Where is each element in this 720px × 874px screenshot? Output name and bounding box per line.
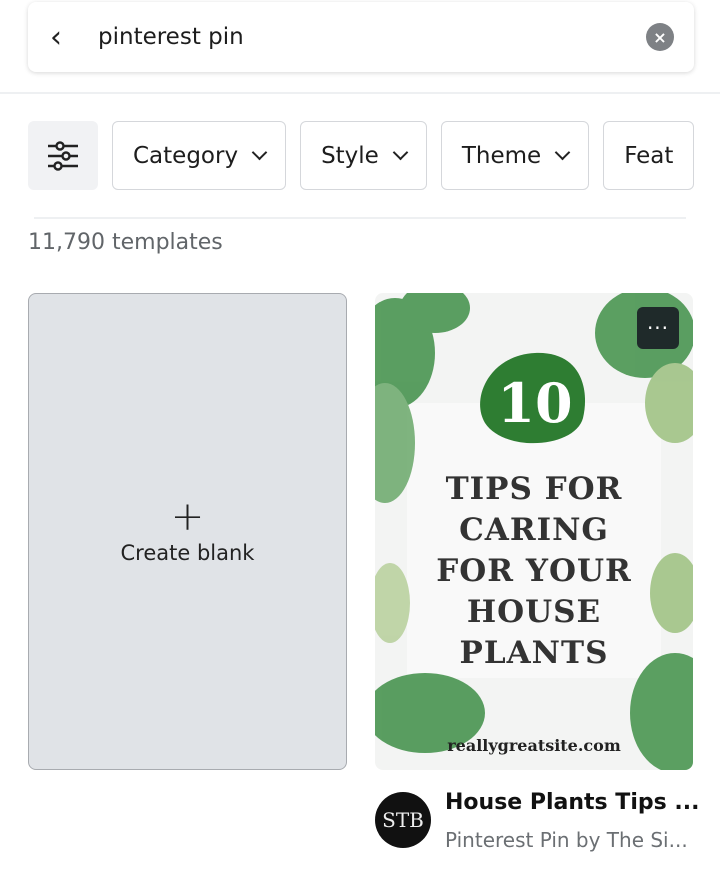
avatar[interactable]: STB bbox=[375, 792, 431, 848]
style-dropdown[interactable]: Style bbox=[300, 121, 427, 190]
chip-label: Feat bbox=[624, 142, 674, 169]
search-bar[interactable]: ‹ pinterest pin × bbox=[28, 2, 694, 72]
divider bbox=[0, 92, 720, 94]
template-title[interactable]: House Plants Tips ... bbox=[445, 790, 699, 815]
template-headline: TIPS FOR CARING FOR YOUR HOUSE PLANTS bbox=[375, 469, 693, 674]
sliders-icon bbox=[48, 140, 78, 171]
chip-label: Style bbox=[321, 142, 379, 169]
category-dropdown[interactable]: Category bbox=[112, 121, 287, 190]
features-dropdown[interactable]: Feat bbox=[603, 121, 695, 190]
chevron-down-icon bbox=[251, 144, 268, 161]
chip-label: Theme bbox=[461, 142, 542, 169]
headline-line: TIPS FOR bbox=[445, 471, 623, 507]
divider bbox=[34, 217, 686, 219]
chevron-down-icon bbox=[392, 144, 409, 161]
theme-dropdown[interactable]: Theme bbox=[440, 121, 590, 190]
more-options-button[interactable]: ··· bbox=[637, 307, 679, 349]
create-blank-label: Create blank bbox=[120, 540, 255, 565]
headline-line: CARING bbox=[459, 512, 609, 548]
filter-bar: Category Style Theme Feat bbox=[28, 121, 695, 190]
plus-icon: + bbox=[170, 493, 205, 540]
chevron-down-icon bbox=[554, 144, 571, 161]
results-count: 11,790 templates bbox=[28, 230, 223, 255]
headline-line: FOR YOUR bbox=[436, 553, 632, 589]
template-card[interactable]: 10 TIPS FOR CARING FOR YOUR HOUSE PLANTS… bbox=[375, 293, 693, 770]
filter-button[interactable] bbox=[28, 121, 98, 190]
template-subtitle: Pinterest Pin by The Si... bbox=[445, 828, 688, 852]
chevron-left-icon[interactable]: ‹ bbox=[50, 20, 80, 55]
template-number: 10 bbox=[497, 371, 573, 435]
headline-line: HOUSE bbox=[466, 594, 602, 630]
headline-line: PLANTS bbox=[459, 635, 609, 671]
template-site: reallygreatsite.com bbox=[447, 736, 621, 755]
create-blank-card[interactable]: + Create blank bbox=[28, 293, 347, 770]
chip-label: Category bbox=[133, 142, 239, 169]
search-input[interactable]: pinterest pin bbox=[98, 24, 646, 50]
close-circle-icon[interactable]: × bbox=[646, 23, 674, 51]
